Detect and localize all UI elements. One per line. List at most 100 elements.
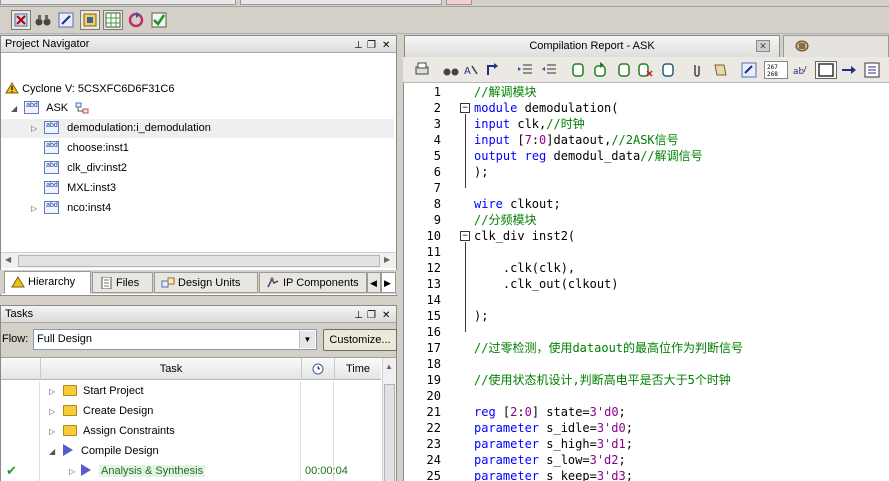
- close-icon[interactable]: ✕: [382, 38, 390, 54]
- fold-collapse-icon[interactable]: −: [460, 231, 470, 241]
- expand-arrow-icon[interactable]: ▷: [31, 199, 41, 218]
- code-line[interactable]: //分频模块: [474, 212, 536, 228]
- collapse-all-button[interactable]: [569, 61, 587, 79]
- scroll-up-icon[interactable]: ▲: [385, 362, 393, 371]
- chevron-down-icon[interactable]: ▼: [299, 331, 315, 348]
- restore-icon[interactable]: ❐: [367, 308, 376, 324]
- text-ab-button[interactable]: ab /: [793, 61, 811, 79]
- fold-guide-line: [465, 242, 466, 332]
- tree-instance-row[interactable]: ▷ abd nco:inst4: [31, 199, 111, 218]
- tab-source-file[interactable]: [783, 35, 889, 57]
- collapse-arrow-icon[interactable]: ◢: [49, 442, 59, 462]
- progress-column-header[interactable]: [302, 358, 335, 380]
- expand-arrow-icon[interactable]: ▷: [49, 402, 59, 422]
- code-line[interactable]: wire clkout;: [474, 196, 561, 212]
- netlist-viewer-button[interactable]: [33, 10, 53, 30]
- time-column-header[interactable]: Time: [335, 358, 381, 380]
- find-replace-button[interactable]: A: [462, 61, 480, 79]
- code-line[interactable]: parameter s_low=3'd2;: [474, 452, 626, 468]
- pin-icon[interactable]: ⊥: [354, 38, 363, 54]
- task-row[interactable]: ✔ ▷ Analysis & Synthesis 00:00:04: [1, 461, 381, 481]
- expand-arrow-icon[interactable]: ▷: [49, 382, 59, 402]
- scroll-right-icon[interactable]: ▶: [384, 255, 390, 264]
- code-editor[interactable]: 1//解调模块 2 module demodulation(−3 input clk,…: [403, 83, 889, 481]
- grid-icon: [105, 12, 121, 28]
- fold-collapse-icon[interactable]: −: [460, 103, 470, 113]
- find-button[interactable]: [442, 61, 460, 79]
- code-line[interactable]: module demodulation(: [474, 100, 619, 116]
- expand-all-button[interactable]: [591, 61, 609, 79]
- scroll-thumb[interactable]: [18, 255, 380, 267]
- flow-select[interactable]: Full Design ▼: [33, 329, 317, 350]
- bookmark-button[interactable]: [659, 61, 677, 79]
- tabs-scroll-right-button[interactable]: ▶: [381, 272, 396, 293]
- collapse-selection-button[interactable]: [615, 61, 633, 79]
- task-row[interactable]: ▷ Create Design: [1, 401, 381, 421]
- close-icon[interactable]: ✕: [756, 40, 770, 52]
- pin-planner-button[interactable]: [80, 10, 100, 30]
- code-line[interactable]: parameter s_high=3'd1;: [474, 436, 633, 452]
- task-row[interactable]: ▷ Start Project: [1, 381, 381, 401]
- delete-fold-button[interactable]: [636, 61, 654, 79]
- list-button[interactable]: [863, 61, 881, 79]
- task-column-header[interactable]: Task: [41, 358, 302, 380]
- arrow-right-button[interactable]: [840, 61, 858, 79]
- code-line[interactable]: //使用状态机设计,判断高电平是否大于5个时钟: [474, 372, 731, 388]
- tab-compilation-report[interactable]: Compilation Report - ASK ✕: [404, 35, 780, 57]
- task-row[interactable]: ◢ Compile Design: [1, 441, 381, 461]
- tree-instance-row[interactable]: abd clk_div:inst2: [31, 159, 127, 178]
- code-line[interactable]: .clk_out(clkout): [474, 276, 619, 292]
- instance-label: choose:inst1: [67, 142, 129, 154]
- goto-line-button[interactable]: [484, 61, 502, 79]
- code-line[interactable]: );: [474, 164, 488, 180]
- code-line[interactable]: .clk(clk),: [474, 260, 575, 276]
- scroll-thumb[interactable]: [384, 384, 395, 481]
- code-line[interactable]: reg [2:0] state=3'd0;: [474, 404, 626, 420]
- restore-icon[interactable]: ❐: [367, 38, 376, 54]
- tree-instance-row[interactable]: abd choose:inst1: [31, 139, 129, 158]
- attach-button[interactable]: [688, 61, 706, 79]
- decrease-indent-button[interactable]: [540, 61, 558, 79]
- line-numbers-button[interactable]: 267 268: [764, 61, 788, 79]
- chip-planner-button[interactable]: [103, 10, 123, 30]
- code-line[interactable]: output reg demodul_data//解调信号: [474, 148, 703, 164]
- assignment-editor-button[interactable]: [56, 10, 76, 30]
- tree-instance-row[interactable]: abd MXL:inst3: [31, 179, 116, 198]
- scroll-button[interactable]: [711, 61, 729, 79]
- code-line[interactable]: input [7:0]dataout,//2ASK信号: [474, 132, 679, 148]
- code-line[interactable]: clk_div inst2(: [474, 228, 575, 244]
- close-icon[interactable]: ✕: [382, 308, 390, 324]
- tab-design-units[interactable]: Design Units: [154, 272, 258, 293]
- collapse-arrow-icon[interactable]: ◢: [11, 99, 21, 118]
- tree-device-row[interactable]: Cyclone V: 5CSXFC6D6F31C6: [5, 80, 175, 99]
- templates-button[interactable]: [740, 61, 758, 79]
- code-line[interactable]: parameter s_keep=3'd3;: [474, 468, 633, 481]
- customize-button[interactable]: Customize...: [323, 329, 397, 351]
- tab-hierarchy[interactable]: Hierarchy: [4, 271, 91, 294]
- tab-ip-components[interactable]: IP Components: [259, 272, 367, 293]
- code-line[interactable]: //解调模块: [474, 84, 536, 100]
- split-view-button[interactable]: [815, 61, 837, 79]
- code-line[interactable]: input clk,//时钟: [474, 116, 585, 132]
- code-line[interactable]: parameter s_idle=3'd0;: [474, 420, 633, 436]
- tree-instance-row[interactable]: ▷ abd demodulation:i_demodulation: [1, 119, 394, 138]
- scroll-left-icon[interactable]: ◀: [5, 255, 11, 264]
- refresh-button[interactable]: [126, 10, 146, 30]
- navigator-horizontal-scrollbar[interactable]: ◀ ▶: [1, 252, 396, 268]
- expand-arrow-icon[interactable]: ▷: [49, 422, 59, 442]
- pin-icon[interactable]: ⊥: [354, 308, 363, 324]
- code-line[interactable]: );: [474, 308, 488, 324]
- code-line[interactable]: //过零检测，使用dataout的最高位作为判断信号: [474, 340, 743, 356]
- status-column-header[interactable]: [1, 358, 41, 380]
- check-design-button[interactable]: [149, 10, 169, 30]
- expand-arrow-icon[interactable]: ▷: [31, 119, 41, 138]
- tabs-scroll-left-button[interactable]: ◀: [367, 272, 381, 293]
- expand-arrow-icon[interactable]: ▷: [69, 462, 79, 481]
- print-button[interactable]: [413, 61, 431, 79]
- tree-top-entity-row[interactable]: ◢ abd ASK: [11, 99, 89, 118]
- tasks-vertical-scrollbar[interactable]: ▲: [382, 358, 396, 481]
- task-row[interactable]: ▷ Assign Constraints: [1, 421, 381, 441]
- increase-indent-button[interactable]: [516, 61, 534, 79]
- stop-compile-button[interactable]: [11, 10, 31, 30]
- tab-files[interactable]: Files: [92, 272, 153, 293]
